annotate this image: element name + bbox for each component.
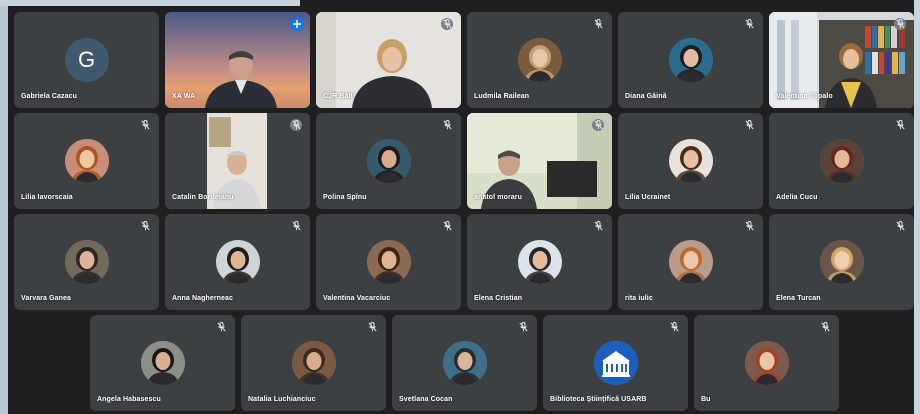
participant-name: Valentina Topalo bbox=[776, 93, 833, 100]
participant-grid: G Gabriela Cazacu XA WA CJR Bălți Ludmila Ra… bbox=[0, 0, 920, 414]
participant-tile[interactable]: Biblioteca Științifică USARB bbox=[543, 315, 688, 411]
mic-muted-icon bbox=[441, 18, 453, 30]
participant-tile[interactable]: Adelia Cucu bbox=[769, 113, 914, 209]
participant-tile[interactable]: Bu bbox=[694, 315, 839, 411]
participant-name: Lilia Iavorscaia bbox=[21, 194, 73, 201]
avatar bbox=[819, 240, 864, 284]
mic-muted-icon bbox=[518, 321, 529, 332]
mic-muted-icon bbox=[744, 18, 755, 29]
participant-name: Adelia Cucu bbox=[776, 194, 818, 201]
mic-muted-icon bbox=[290, 119, 302, 131]
participant-tile[interactable]: CJR Bălți bbox=[316, 12, 461, 108]
mic-muted-icon bbox=[442, 119, 453, 130]
participant-name: rita iulic bbox=[625, 295, 653, 302]
avatar bbox=[366, 240, 411, 284]
participant-name: Polina Spînu bbox=[323, 194, 367, 201]
participant-tile[interactable]: Elena Turcan bbox=[769, 214, 914, 310]
participant-tile[interactable]: Valentina Topalo bbox=[769, 12, 914, 108]
participant-tile[interactable]: Valentina Vacarciuc bbox=[316, 214, 461, 310]
avatar bbox=[291, 341, 336, 385]
mic-muted-icon bbox=[216, 321, 227, 332]
participant-name: Lilia Ucrainet bbox=[625, 194, 671, 201]
mic-muted-icon bbox=[744, 119, 755, 130]
participant-tile[interactable]: rita iulic bbox=[618, 214, 763, 310]
participant-name: Bu bbox=[701, 396, 711, 403]
avatar bbox=[366, 139, 411, 183]
mic-muted-icon bbox=[744, 220, 755, 231]
participant-name: Ludmila Railean bbox=[474, 93, 530, 100]
participant-name: Elena Cristian bbox=[474, 295, 523, 302]
participant-name: Natalia Luchianciuc bbox=[248, 396, 316, 403]
participant-tile[interactable]: Angela Habasescu bbox=[90, 315, 235, 411]
participant-tile[interactable]: Anna Nagherneac bbox=[165, 214, 310, 310]
mic-muted-icon bbox=[592, 119, 604, 131]
mic-muted-icon bbox=[593, 220, 604, 231]
participant-tile[interactable]: Elena Cristian bbox=[467, 214, 612, 310]
avatar bbox=[517, 38, 562, 82]
mic-muted-icon bbox=[442, 220, 453, 231]
participant-tile[interactable]: Diana Găină bbox=[618, 12, 763, 108]
avatar bbox=[140, 341, 185, 385]
mic-muted-icon bbox=[895, 220, 906, 231]
mic-muted-icon bbox=[140, 220, 151, 231]
avatar bbox=[442, 341, 487, 385]
participant-tile[interactable]: Ludmila Railean bbox=[467, 12, 612, 108]
participant-tile[interactable]: Lilia Iavorscaia bbox=[14, 113, 159, 209]
participant-name: Elena Turcan bbox=[776, 295, 821, 302]
avatar bbox=[64, 240, 109, 284]
participant-name: Anna Nagherneac bbox=[172, 295, 234, 302]
avatar bbox=[64, 139, 109, 183]
participant-name: Catalin Bordeianu bbox=[172, 194, 234, 201]
avatar bbox=[668, 240, 713, 284]
avatar bbox=[744, 341, 789, 385]
participant-tile[interactable]: XA WA bbox=[165, 12, 310, 108]
avatar bbox=[668, 38, 713, 82]
mic-muted-icon bbox=[140, 119, 151, 130]
participant-name: Svetlana Cocan bbox=[399, 396, 453, 403]
participant-tile[interactable]: Polina Spînu bbox=[316, 113, 461, 209]
participant-name: CJR Bălți bbox=[323, 93, 356, 100]
participant-tile[interactable]: Varvara Ganea bbox=[14, 214, 159, 310]
participant-name: XA WA bbox=[172, 93, 196, 100]
mic-muted-icon bbox=[895, 119, 906, 130]
avatar bbox=[593, 341, 638, 385]
participant-tile[interactable]: Catalin Bordeianu bbox=[165, 113, 310, 209]
mic-muted-icon bbox=[894, 18, 906, 30]
mic-muted-icon bbox=[593, 18, 604, 29]
participant-name: Valentina Vacarciuc bbox=[323, 295, 391, 302]
participant-name: Biblioteca Științifică USARB bbox=[550, 396, 647, 403]
mic-muted-icon bbox=[669, 321, 680, 332]
avatar bbox=[668, 139, 713, 183]
participant-name: Diana Găină bbox=[625, 93, 667, 100]
participant-name: Varvara Ganea bbox=[21, 295, 71, 302]
participant-tile[interactable]: G Gabriela Cazacu bbox=[14, 12, 159, 108]
participant-tile[interactable]: Svetlana Cocan bbox=[392, 315, 537, 411]
avatar: G bbox=[64, 38, 109, 82]
mic-muted-icon bbox=[820, 321, 831, 332]
participant-name: Gabriela Cazacu bbox=[21, 93, 77, 100]
participant-name: Angela Habasescu bbox=[97, 396, 161, 403]
mic-muted-icon bbox=[367, 321, 378, 332]
avatar bbox=[517, 240, 562, 284]
participant-name: anatol moraru bbox=[474, 194, 522, 201]
participant-tile[interactable]: Lilia Ucrainet bbox=[618, 113, 763, 209]
avatar bbox=[215, 240, 260, 284]
participant-tile[interactable]: anatol moraru bbox=[467, 113, 612, 209]
avatar bbox=[819, 139, 864, 183]
pin-icon[interactable] bbox=[290, 17, 304, 31]
participant-tile[interactable]: Natalia Luchianciuc bbox=[241, 315, 386, 411]
mic-muted-icon bbox=[291, 220, 302, 231]
